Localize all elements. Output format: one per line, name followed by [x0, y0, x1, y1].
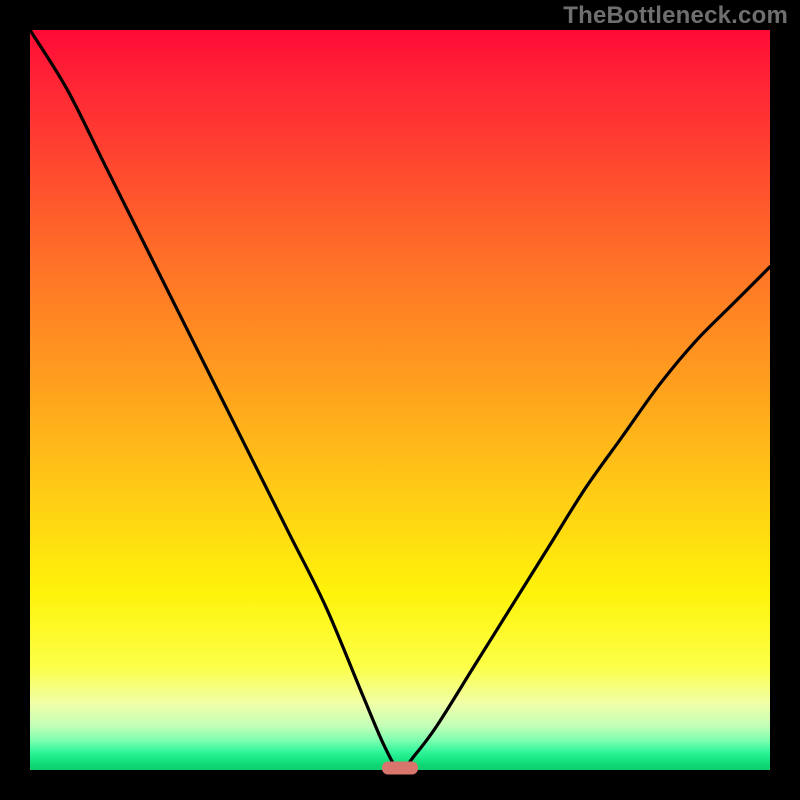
plot-area [30, 30, 770, 770]
chart-frame: TheBottleneck.com [0, 0, 800, 800]
curve-layer [30, 30, 770, 770]
watermark-label: TheBottleneck.com [563, 2, 788, 30]
minimum-marker [382, 762, 418, 775]
bottleneck-curve [30, 30, 770, 770]
